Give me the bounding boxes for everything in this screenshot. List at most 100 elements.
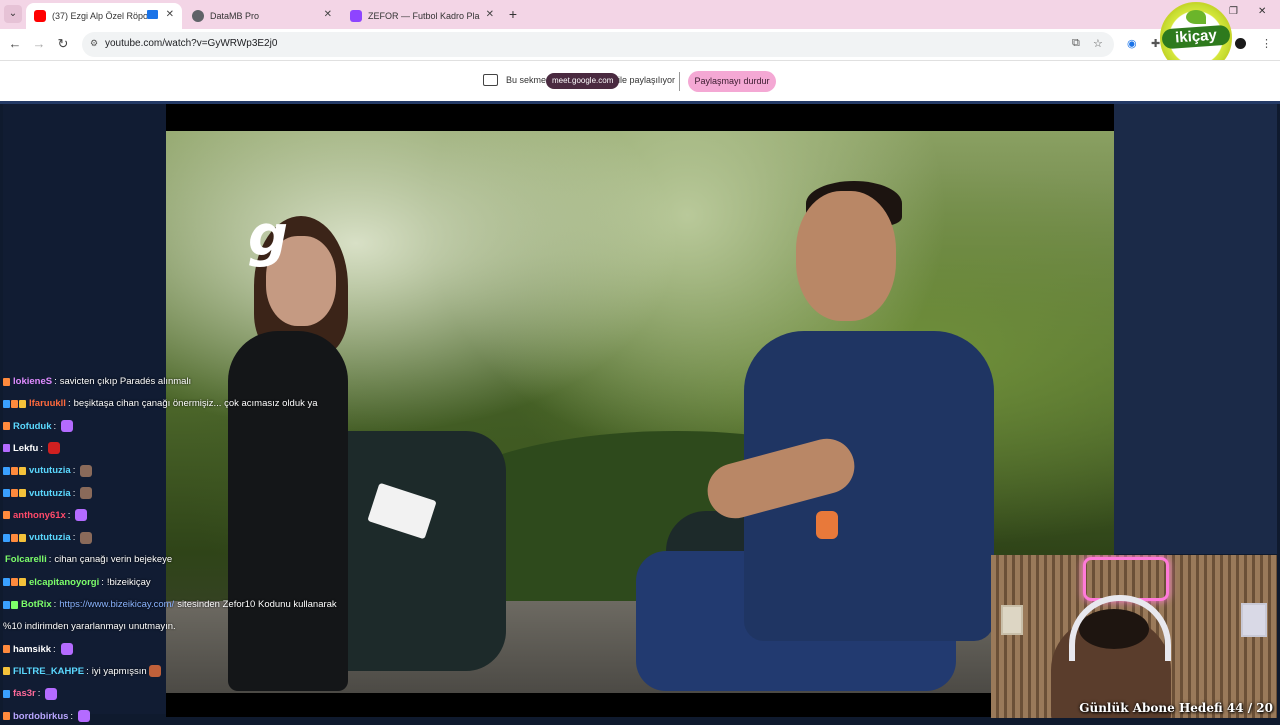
- site-info-icon[interactable]: ⚙: [90, 38, 100, 48]
- badge-icon: [11, 399, 18, 408]
- close-window-button[interactable]: ✕: [1258, 6, 1266, 17]
- share-host-badge: meet.google.com: [546, 73, 620, 89]
- chat-separator: :: [72, 465, 76, 477]
- datamb-favicon-icon: [192, 10, 204, 22]
- subscriber-goal: Günlük Abone Hedefi 44 / 20: [1079, 701, 1273, 715]
- chat-text: beşiktaşa cihan çanağı önermişiz... çok …: [73, 398, 318, 410]
- tab-strip: ⌄ (37) Ezgi Alp Özel Röportaj ✕ DataMB P…: [0, 0, 1280, 29]
- chat-text-continuation: %10 indirimden yararlanmayı unutmayın.: [3, 621, 176, 633]
- zefor-favicon-icon: [350, 10, 362, 22]
- headset: [1069, 595, 1171, 661]
- chat-message: Rofuduk:: [3, 418, 74, 435]
- tab-search-icon[interactable]: ⌄: [4, 5, 22, 23]
- forward-icon[interactable]: →: [30, 35, 48, 53]
- chat-separator: :: [86, 665, 89, 677]
- stop-sharing-button[interactable]: Paylaşmayı durdur: [688, 71, 776, 92]
- chat-badges: [3, 399, 27, 408]
- chat-username[interactable]: Folcarelli: [5, 554, 47, 565]
- chat-username[interactable]: anthony61x: [13, 510, 66, 521]
- tab-youtube[interactable]: (37) Ezgi Alp Özel Röportaj ✕: [26, 3, 182, 29]
- address-url[interactable]: youtube.com/watch?v=GyWRWp3E2j0: [105, 38, 277, 49]
- badge-icon: [3, 667, 10, 676]
- tab-label: ZEFOR — Futbol Kadro Planlama: [368, 11, 480, 21]
- restore-button[interactable]: ❐: [1229, 6, 1238, 17]
- chat-text: iyi yapmışsın: [91, 665, 147, 677]
- badge-icon: [11, 600, 18, 609]
- chat-message: FILTRE_KAHPE: iyi yapmışsın: [3, 663, 161, 680]
- chat-badges: [3, 422, 11, 431]
- chat-link[interactable]: https://www.bizeikicay.com/: [59, 599, 174, 610]
- badge-icon: [3, 422, 10, 431]
- chat-message: vututuzia:: [3, 529, 93, 546]
- badge-icon: [3, 466, 10, 475]
- chat-username[interactable]: FILTRE_KAHPE: [13, 666, 84, 677]
- chat-separator: :: [37, 688, 41, 700]
- chat-badges: [3, 444, 11, 453]
- badge-icon: [3, 600, 10, 609]
- chat-username[interactable]: Lekfu: [13, 443, 38, 454]
- watch: [816, 511, 838, 539]
- chat-username[interactable]: fas3r: [13, 688, 36, 699]
- emote-icon: [60, 643, 73, 656]
- tab-datamb[interactable]: DataMB Pro ✕: [184, 3, 340, 29]
- badge-icon: [19, 466, 26, 475]
- emote-icon: [80, 487, 93, 499]
- chat-message: elcapitanoyorgi: !bizeikiçay: [3, 574, 151, 591]
- badge-icon: [3, 511, 10, 520]
- chat-separator: :: [54, 376, 57, 387]
- badge-icon: [3, 533, 10, 542]
- close-tab-icon[interactable]: ✕: [486, 9, 494, 20]
- browser-toolbar: ← → ↻ ⚙ youtube.com/watch?v=GyWRWp3E2j0 …: [0, 29, 1280, 60]
- badge-icon: [3, 489, 10, 497]
- chat-badges: [3, 466, 27, 475]
- tab-label: (37) Ezgi Alp Özel Röportaj: [52, 11, 154, 21]
- chat-message: vututuzia:: [3, 485, 93, 502]
- chat-username[interactable]: elcapitanoyorgi: [29, 577, 99, 588]
- close-tab-icon[interactable]: ✕: [166, 9, 174, 20]
- chat-separator: :: [72, 487, 76, 499]
- emote-icon: [75, 509, 88, 522]
- chat-username[interactable]: lfaruukll: [29, 398, 66, 409]
- chat-overlay: lokieneS: savicten çıkıp Paradés alınmalı…: [0, 373, 337, 722]
- chat-badges: [3, 667, 11, 676]
- chat-badges: [3, 377, 11, 386]
- chat-separator: :: [67, 398, 71, 410]
- tab-zefor[interactable]: ZEFOR — Futbol Kadro Planlama ✕: [342, 3, 502, 29]
- chat-message: fas3r:: [3, 685, 58, 702]
- bookmark-star-icon[interactable]: ☆: [1093, 37, 1103, 50]
- chat-username[interactable]: hamsikk: [13, 644, 51, 655]
- brand-name: ikiçay: [1161, 24, 1231, 50]
- chat-separator: :: [101, 576, 104, 588]
- install-icon[interactable]: ⧉: [1072, 37, 1080, 50]
- chat-username[interactable]: BotRix: [21, 599, 52, 610]
- emote-icon: [47, 442, 60, 455]
- badge-icon: [19, 399, 26, 408]
- chat-badges: [3, 689, 11, 698]
- chat-username[interactable]: Rofuduk: [13, 421, 52, 432]
- chat-username[interactable]: vututuzia: [29, 488, 71, 499]
- menu-icon[interactable]: ⋮: [1261, 37, 1272, 50]
- new-tab-button[interactable]: +: [505, 5, 521, 23]
- right-panel: [1114, 104, 1277, 554]
- badge-icon: [3, 578, 10, 587]
- badge-icon: [11, 578, 18, 587]
- chat-username[interactable]: lokieneS: [13, 376, 52, 387]
- extensions-icon[interactable]: ✚: [1151, 37, 1160, 50]
- address-bar[interactable]: ⚙ youtube.com/watch?v=GyWRWp3E2j0 ⧉ ☆: [82, 32, 1114, 57]
- chat-username[interactable]: vututuzia: [29, 532, 71, 543]
- chat-separator: :: [53, 599, 57, 610]
- chat-badges: [3, 712, 11, 720]
- reload-icon[interactable]: ↻: [54, 35, 72, 53]
- back-icon[interactable]: ←: [6, 35, 24, 53]
- chat-message: Folcarelli: cihan çanağı verin bejekeye: [3, 551, 172, 568]
- extension-wave-icon[interactable]: ◉: [1127, 37, 1137, 50]
- webcam: Günlük Abone Hedefi 44 / 20: [991, 555, 1277, 718]
- close-tab-icon[interactable]: ✕: [324, 9, 332, 20]
- badge-icon: [3, 689, 10, 698]
- channel-logo: g: [248, 204, 289, 269]
- chat-message: lokieneS: savicten çıkıp Paradés alınmalı: [3, 373, 191, 390]
- leaf-icon: [1186, 10, 1206, 24]
- chat-separator: :: [53, 643, 56, 655]
- chat-username[interactable]: vututuzia: [29, 465, 71, 476]
- profile-avatar[interactable]: [1235, 38, 1246, 49]
